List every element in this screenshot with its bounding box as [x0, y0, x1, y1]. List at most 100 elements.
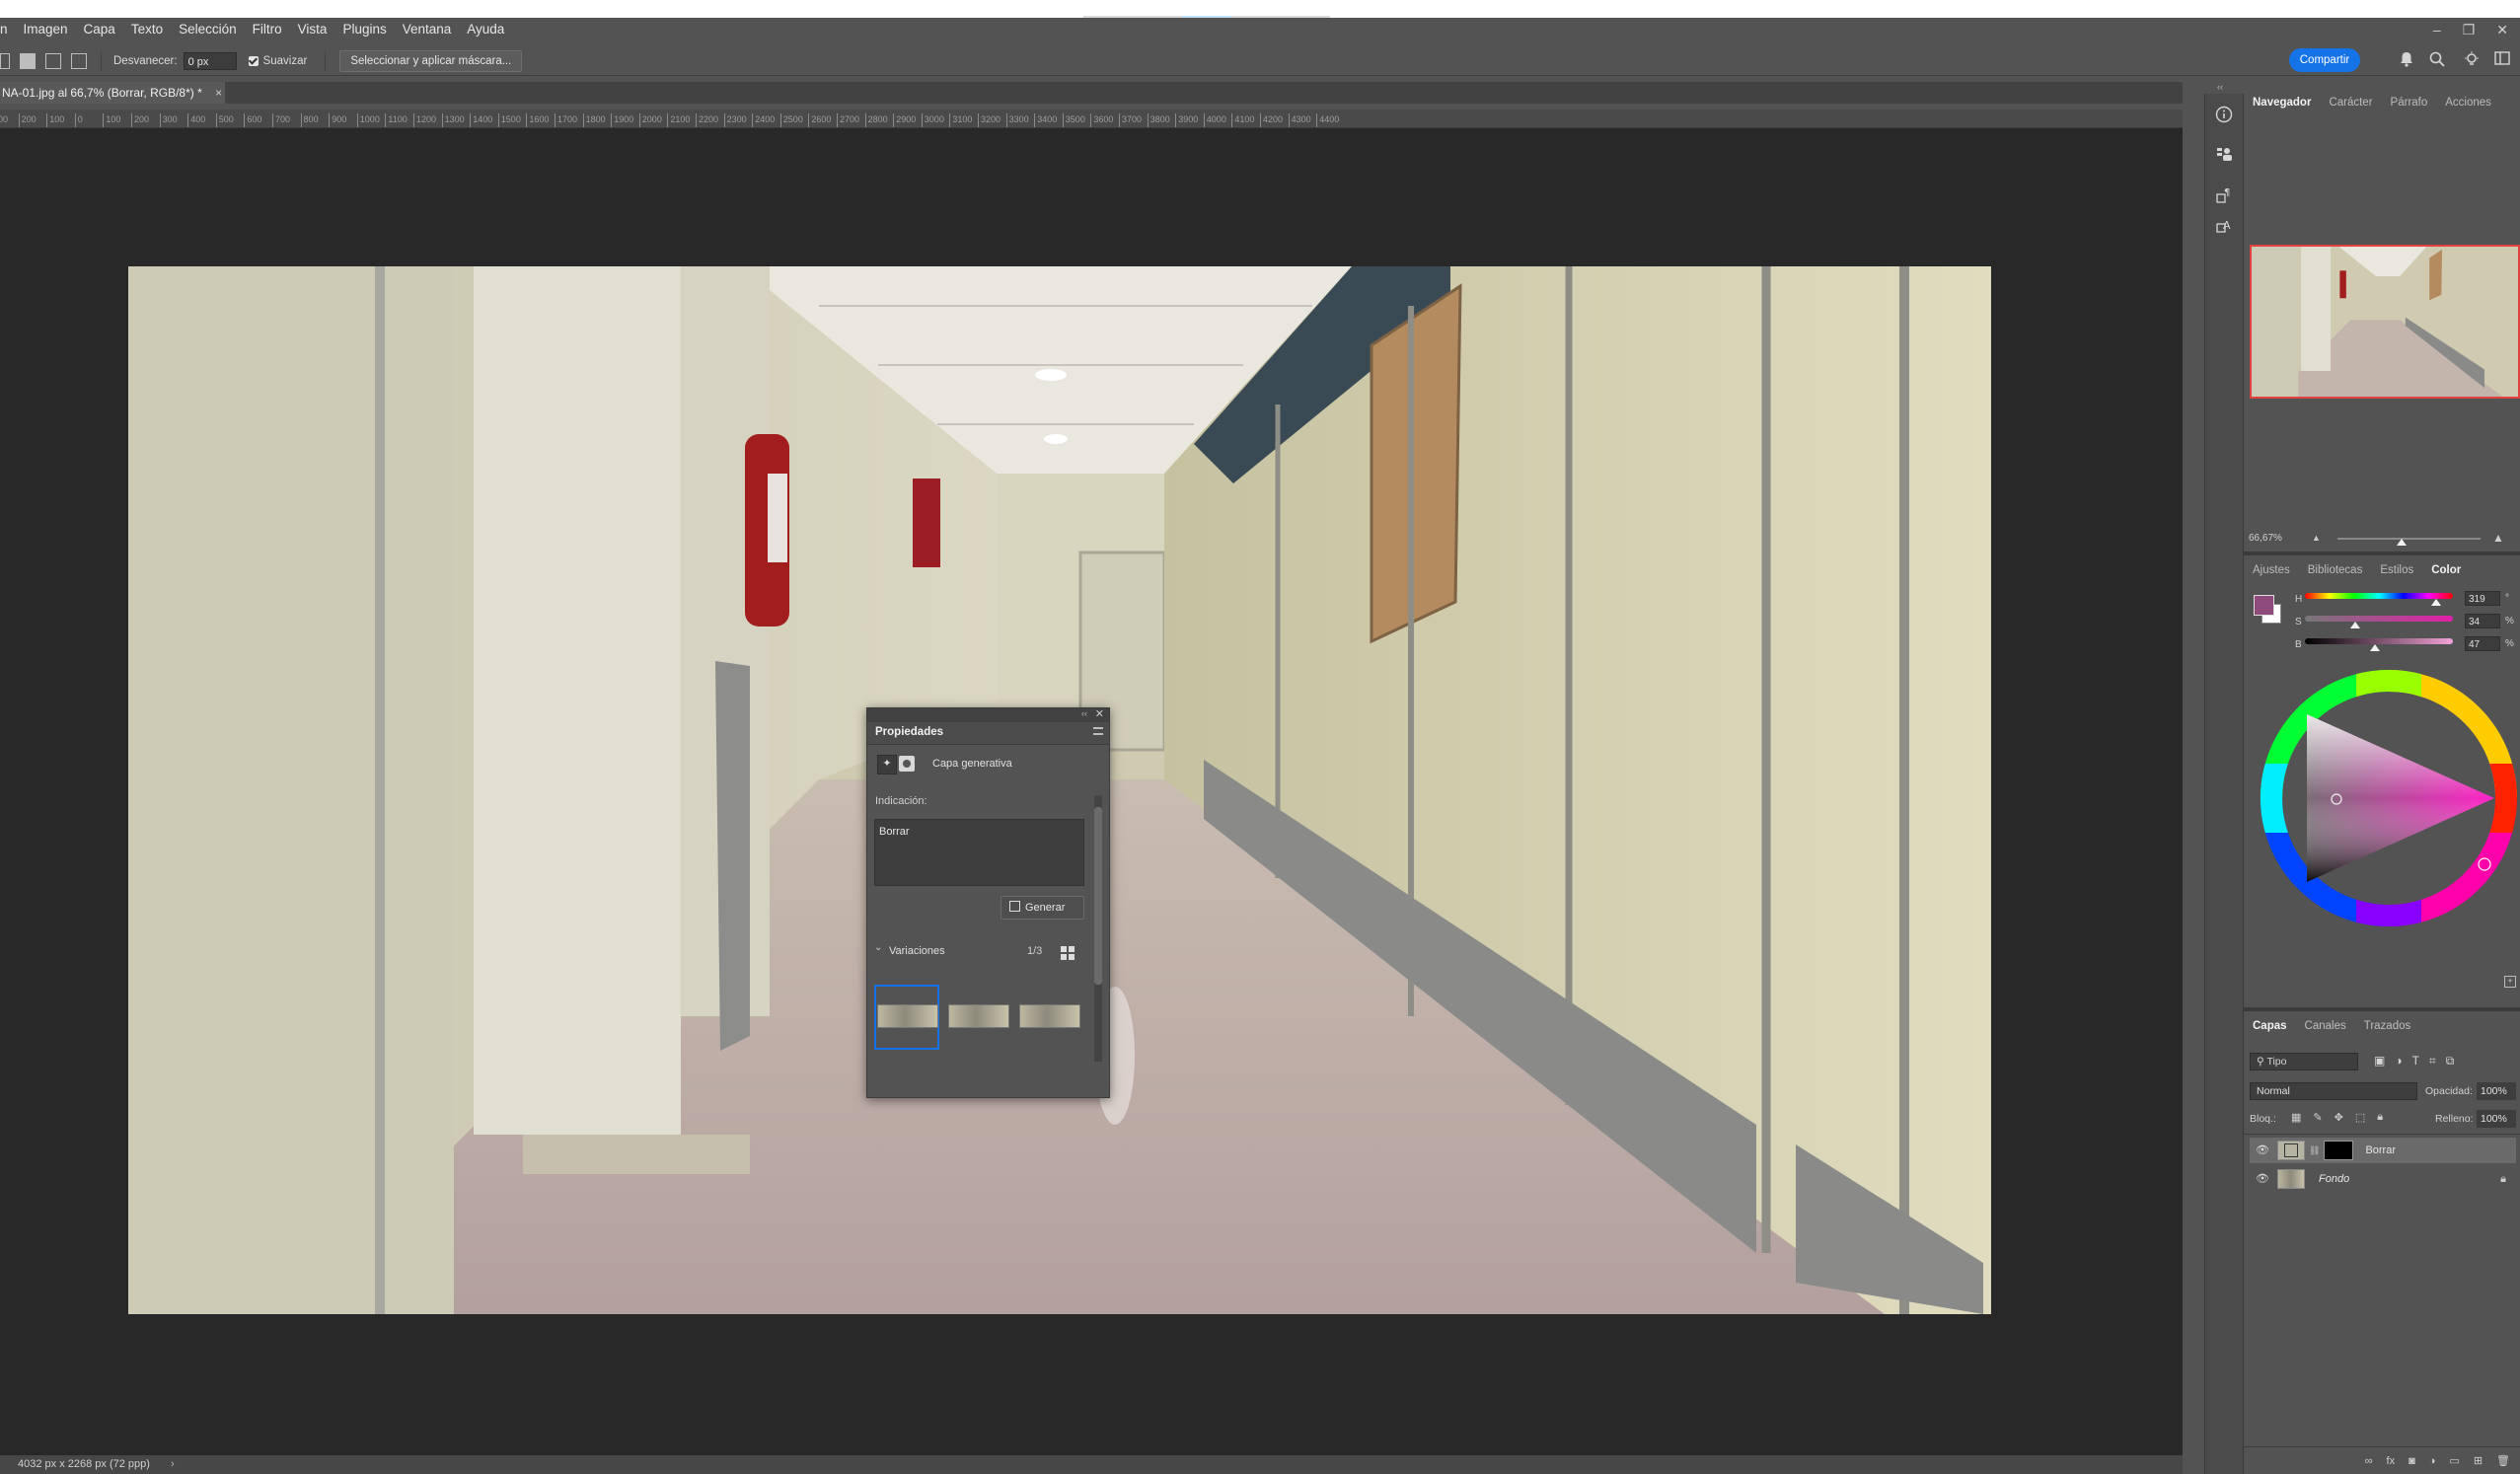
tab-estilos[interactable]: Estilos: [2371, 555, 2422, 585]
saturation-slider-thumb[interactable]: [2350, 622, 2360, 628]
layer-mask-thumbnail[interactable]: [2324, 1141, 2354, 1160]
menu-item-ventana[interactable]: Ventana: [395, 18, 460, 41]
add-mask-icon[interactable]: ◙: [2409, 1455, 2415, 1467]
restore-button[interactable]: ❐: [2463, 22, 2476, 38]
mask-icon[interactable]: [899, 756, 915, 772]
add-swatch-icon[interactable]: +: [2504, 976, 2516, 988]
variation-thumbnail-2[interactable]: [948, 1004, 1009, 1028]
zoom-out-icon[interactable]: ▲: [2312, 533, 2321, 543]
character-styles-icon[interactable]: A: [2215, 216, 2233, 234]
eye-icon[interactable]: 👁︎: [2256, 1143, 2269, 1157]
share-button[interactable]: Compartir: [2289, 48, 2360, 72]
hue-value-input[interactable]: 319: [2465, 591, 2500, 606]
layer-name[interactable]: Fondo: [2319, 1173, 2349, 1185]
tab-canales[interactable]: Canales: [2296, 1011, 2355, 1041]
menu-item-vista[interactable]: Vista: [290, 18, 335, 41]
grid-view-icon[interactable]: [1061, 946, 1075, 960]
select-and-mask-button[interactable]: Seleccionar y aplicar máscara...: [339, 50, 523, 72]
menu-item-seleccion[interactable]: Selección: [171, 18, 245, 41]
zoom-in-icon[interactable]: ▲: [2492, 531, 2504, 545]
brightness-slider-thumb[interactable]: [2369, 644, 2380, 651]
adjustment-filter-icon[interactable]: ◑: [2395, 1054, 2402, 1069]
status-arrow-icon[interactable]: ›: [171, 1458, 175, 1470]
blend-mode-select[interactable]: Normal: [2250, 1082, 2417, 1100]
menu-item-texto[interactable]: Texto: [123, 18, 171, 41]
lock-icon[interactable]: 🔒︎: [2500, 1173, 2506, 1186]
layer-filter-select[interactable]: ⚲ Tipo: [2250, 1053, 2358, 1070]
feather-input[interactable]: 0 px: [183, 52, 237, 70]
foreground-color-swatch[interactable]: [2254, 595, 2274, 616]
properties-panel-header[interactable]: ‹‹ ✕: [867, 708, 1109, 722]
lightbulb-icon[interactable]: [2463, 51, 2481, 69]
info-icon[interactable]: [2215, 106, 2233, 123]
prompt-textarea[interactable]: Borrar: [874, 819, 1084, 886]
close-panel-icon[interactable]: ✕: [1095, 707, 1104, 720]
eye-icon[interactable]: 👁︎: [2256, 1172, 2269, 1186]
saturation-value-input[interactable]: 34: [2465, 614, 2500, 628]
intersect-selection-icon[interactable]: [71, 53, 87, 69]
menu-item-window-partial[interactable]: n: [0, 18, 16, 41]
opacity-input[interactable]: 100%: [2477, 1082, 2516, 1100]
close-window-button[interactable]: ✕: [2496, 22, 2508, 38]
zoom-slider-thumb[interactable]: [2397, 539, 2408, 546]
document-tab[interactable]: NA-01.jpg al 66,7% (Borrar, RGB/8*) * ×: [0, 82, 225, 104]
brightness-value-input[interactable]: 47: [2465, 636, 2500, 651]
link-layers-icon[interactable]: ∞: [2365, 1455, 2373, 1467]
variation-thumbnail-1[interactable]: [877, 1004, 938, 1028]
navigator-zoom-slider[interactable]: [2337, 538, 2481, 540]
lock-position-icon[interactable]: ✥: [2335, 1111, 2343, 1124]
chevron-down-icon[interactable]: ⌄: [874, 942, 882, 953]
layer-row-borrar[interactable]: 👁︎ ⛓︎ Borrar: [2250, 1138, 2516, 1163]
hue-slider-thumb[interactable]: [2430, 599, 2441, 606]
shape-filter-icon[interactable]: ⌗: [2429, 1054, 2436, 1069]
layer-row-fondo[interactable]: 👁︎ Fondo 🔒︎: [2250, 1166, 2516, 1192]
tab-caracter[interactable]: Carácter: [2320, 88, 2381, 117]
generate-button[interactable]: Generar: [1001, 896, 1084, 920]
variations-label[interactable]: Variaciones: [889, 945, 945, 957]
tab-acciones[interactable]: Acciones: [2436, 88, 2500, 117]
tab-trazados[interactable]: Trazados: [2355, 1011, 2420, 1041]
menu-item-capa[interactable]: Capa: [76, 18, 123, 41]
properties-title[interactable]: Propiedades: [875, 726, 943, 738]
paragraph-styles-icon[interactable]: ¶: [2215, 186, 2233, 204]
fill-input[interactable]: 100%: [2477, 1110, 2516, 1128]
tab-color[interactable]: Color: [2422, 555, 2470, 585]
menu-item-ayuda[interactable]: Ayuda: [459, 18, 512, 41]
layer-style-icon[interactable]: fx: [2387, 1455, 2396, 1467]
lock-transparency-icon[interactable]: ▦: [2291, 1111, 2301, 1124]
layer-name[interactable]: Borrar: [2365, 1144, 2396, 1156]
menu-item-filtro[interactable]: Filtro: [245, 18, 290, 41]
add-selection-icon[interactable]: [20, 53, 36, 69]
panel-menu-icon[interactable]: [1093, 727, 1103, 735]
collapse-icon[interactable]: ‹‹: [2217, 82, 2223, 92]
properties-scroll-thumb[interactable]: [1094, 807, 1102, 985]
tab-parrafo[interactable]: Párrafo: [2382, 88, 2437, 117]
variation-thumbnail-3[interactable]: [1019, 1004, 1080, 1028]
chain-link-icon[interactable]: ⛓︎: [2309, 1145, 2320, 1156]
learn-icon[interactable]: [2215, 145, 2233, 163]
subtract-selection-icon[interactable]: [45, 53, 61, 69]
delete-layer-icon[interactable]: 🗑︎: [2496, 1454, 2510, 1467]
new-selection-icon[interactable]: [0, 53, 10, 69]
collapse-icon[interactable]: ‹‹: [1081, 708, 1087, 718]
bell-icon[interactable]: [2398, 51, 2415, 69]
new-layer-icon[interactable]: ⊞: [2474, 1454, 2483, 1467]
tab-navegador[interactable]: Navegador: [2244, 88, 2320, 117]
antialias-checkbox[interactable]: Suavizar: [248, 55, 307, 67]
menu-item-plugins[interactable]: Plugins: [334, 18, 394, 41]
search-icon[interactable]: [2428, 51, 2446, 69]
properties-scrollbar[interactable]: [1094, 795, 1102, 1062]
navigator-zoom-value[interactable]: 66,67%: [2249, 533, 2282, 544]
workspace-icon[interactable]: [2493, 51, 2511, 69]
saturation-slider[interactable]: [2305, 616, 2453, 622]
close-tab-icon[interactable]: ×: [215, 86, 222, 100]
smart-object-filter-icon[interactable]: ⧉: [2446, 1054, 2455, 1069]
pixel-filter-icon[interactable]: ▣: [2374, 1054, 2385, 1069]
navigator-preview[interactable]: [2250, 245, 2520, 399]
tab-bibliotecas[interactable]: Bibliotecas: [2299, 555, 2372, 585]
minimize-button[interactable]: –: [2433, 22, 2441, 37]
tab-capas[interactable]: Capas: [2244, 1011, 2296, 1041]
lock-artboard-icon[interactable]: ⬚: [2355, 1111, 2365, 1124]
tab-ajustes[interactable]: Ajustes: [2244, 555, 2299, 585]
type-filter-icon[interactable]: T: [2412, 1054, 2419, 1069]
